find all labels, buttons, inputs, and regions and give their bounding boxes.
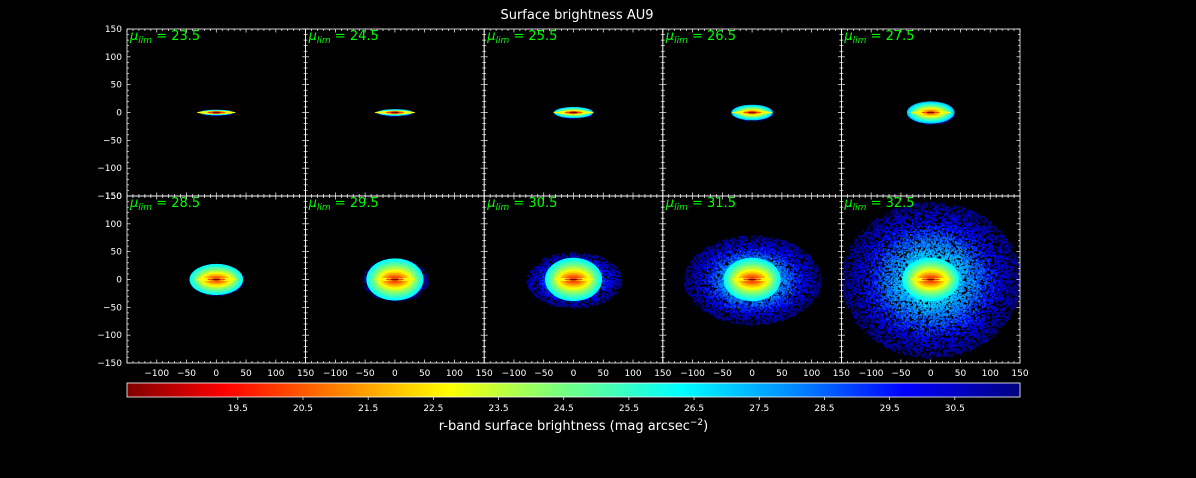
colorbar-tick-label: 25.5 [619, 404, 639, 414]
x-tick-label: 50 [419, 369, 431, 379]
colorbar-tick-label: 27.5 [749, 404, 769, 414]
x-tick-label: 0 [213, 369, 219, 379]
x-tick-label: 0 [928, 369, 934, 379]
galaxy-image [526, 251, 623, 309]
panel: −150−100−50050100150 μlim = 23.5 [97, 25, 307, 202]
x-tick-label: 150 [654, 369, 671, 379]
panel: μlim = 27.5 [841, 28, 1021, 197]
x-tick-label: 50 [598, 369, 610, 379]
panel: μlim = 26.5 [662, 28, 842, 197]
x-tick-label: 150 [297, 369, 314, 379]
x-tick-label: −100 [859, 369, 884, 379]
y-tick-label: −150 [97, 359, 122, 369]
panel: −100 −50 0 50 100 150 μlim = 31.5 [662, 195, 850, 379]
y-tick-label: 150 [105, 25, 122, 35]
x-tick-label: −50 [534, 369, 553, 379]
y-tick-label: −50 [103, 136, 122, 146]
panel-grid: −150 −100 −50 0 50 100 150 μlim = 23.5 μlim = 24… [97, 25, 1029, 379]
galaxy-image [842, 201, 1021, 359]
x-tick-label: −100 [680, 369, 705, 379]
galaxy-image [553, 106, 594, 120]
panel: −100 −50 0 50 100 150 −150 −100 −50 0 50 100 150 μlim… [97, 192, 314, 379]
x-tick-label: 100 [803, 369, 820, 379]
x-tick-label: 50 [240, 369, 252, 379]
galaxy-image [731, 104, 774, 122]
panel-label: μlim = 28.5 [129, 196, 200, 213]
colorbar-tick-label: 24.5 [554, 404, 574, 414]
x-tick-label: −100 [144, 369, 169, 379]
colorbar: 19.5 20.5 21.5 22.5 23.5 24.5 25.5 26.5 27.5 28.5… [126, 382, 1021, 434]
panel-label: μlim = 24.5 [308, 29, 379, 46]
y-tick-label: 50 [111, 248, 123, 258]
colorbar-tick-label: 22.5 [423, 404, 443, 414]
x-tick-label: −50 [713, 369, 732, 379]
panel-label: μlim = 31.5 [665, 196, 736, 213]
x-tick-label: −50 [177, 369, 196, 379]
panel: −100 −50 0 50 100 150 μlim = 30.5 [483, 195, 672, 379]
y-tick-label: −50 [103, 303, 122, 313]
galaxy-image [362, 258, 429, 302]
colorbar-tick-label: 29.5 [880, 404, 900, 414]
x-tick-label: 100 [624, 369, 641, 379]
panel-label: μlim = 27.5 [843, 29, 914, 46]
galaxy-image [684, 235, 822, 326]
colorbar-tick-label: 23.5 [489, 404, 509, 414]
x-tick-label: 0 [571, 369, 577, 379]
y-tick-label: 0 [116, 276, 122, 286]
panel-label: μlim = 26.5 [665, 29, 736, 46]
colorbar-label: r-band surface brightness (mag arcsec−2) [439, 418, 708, 434]
y-tick-label: 150 [105, 192, 122, 202]
x-tick-label: −100 [502, 369, 527, 379]
panel-label: μlim = 29.5 [308, 196, 379, 213]
galaxy-image [189, 263, 244, 297]
panel: μlim = 25.5 [483, 28, 664, 197]
colorbar-tick-label: 21.5 [358, 404, 378, 414]
colorbar-tick-label: 30.5 [945, 404, 965, 414]
x-tick-label: 150 [833, 369, 850, 379]
y-tick-label: −100 [97, 164, 122, 174]
colorbar-gradient [126, 382, 1021, 398]
x-tick-label: 50 [776, 369, 788, 379]
x-tick-label: 100 [446, 369, 463, 379]
panel: −100 −50 0 50 100 150 μlim = 32.5 [841, 195, 1029, 379]
y-tick-label: 100 [105, 53, 122, 63]
colorbar-tick-label: 19.5 [228, 404, 248, 414]
x-tick-label: −50 [891, 369, 910, 379]
galaxy-image [906, 101, 955, 125]
galaxy-image [196, 109, 236, 117]
y-tick-label: −100 [97, 331, 122, 341]
x-tick-label: 0 [749, 369, 755, 379]
x-tick-label: 100 [982, 369, 999, 379]
x-tick-label: 50 [955, 369, 967, 379]
panel-label: μlim = 25.5 [486, 29, 557, 46]
x-tick-label: −100 [323, 369, 348, 379]
panel: −100 −50 0 50 100 150 μlim = 29.5 [305, 195, 493, 379]
x-tick-label: 0 [392, 369, 398, 379]
x-tick-label: 150 [1011, 369, 1028, 379]
figure: Surface brightness AU9 −150 −100 −50 0 50 100… [97, 8, 1029, 434]
y-tick-label: 50 [111, 81, 123, 91]
panel-label: μlim = 30.5 [486, 196, 557, 213]
x-tick-label: 100 [267, 369, 284, 379]
colorbar-tick-label: 26.5 [684, 404, 704, 414]
colorbar-tick-label: 20.5 [293, 404, 313, 414]
panel: μlim = 24.5 [305, 28, 485, 197]
x-tick-label: 150 [476, 369, 493, 379]
colorbar-tick-label: 28.5 [814, 404, 834, 414]
y-tick-label: 0 [116, 109, 122, 119]
panel-label: μlim = 32.5 [843, 196, 914, 213]
panel-label: μlim = 23.5 [129, 29, 200, 46]
chart-title: Surface brightness AU9 [500, 8, 653, 23]
y-tick-label: 100 [105, 220, 122, 230]
x-tick-label: −50 [356, 369, 375, 379]
galaxy-image [374, 109, 416, 118]
